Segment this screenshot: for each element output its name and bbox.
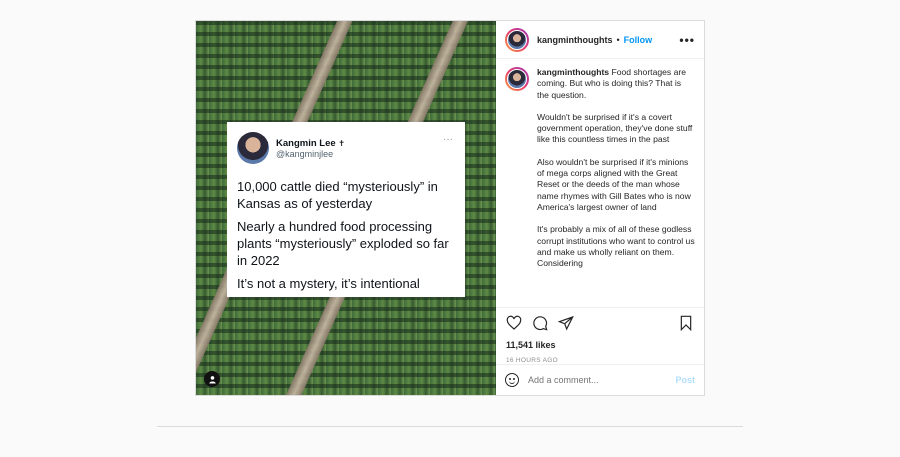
avatar[interactable] (505, 27, 529, 52)
heart-icon[interactable] (506, 315, 522, 331)
tweet-line: 10,000 cattle died “mysteriously” in Kan… (237, 179, 438, 211)
more-icon[interactable]: ••• (679, 33, 695, 47)
tweet-line: It’s not a mystery, it’s intentional (237, 276, 420, 291)
tweet-line: Nearly a hundred food processing plants … (237, 219, 449, 268)
comment-bar: Post (496, 364, 704, 395)
caption-username[interactable]: kangminthoughts (537, 67, 609, 77)
caption: kangminthoughts Food shortages are comin… (496, 59, 704, 307)
instagram-post: Kangmin Lee ✝ @kangminjlee ··· 10,000 ca… (195, 20, 705, 396)
follow-button[interactable]: Follow (624, 35, 653, 45)
page-divider (157, 426, 743, 427)
username-link[interactable]: kangminthoughts (537, 35, 613, 45)
comment-input[interactable] (528, 375, 676, 385)
caption-paragraph: Also wouldn't be surprised if it's minio… (537, 156, 691, 212)
tweet-handle: @kangminjlee (276, 148, 334, 159)
tweet-card: Kangmin Lee ✝ @kangminjlee ··· 10,000 ca… (227, 122, 465, 297)
post-button[interactable]: Post (675, 375, 695, 385)
emoji-icon[interactable] (505, 373, 519, 387)
post-sidebar: kangminthoughts • Follow ••• kangminthou… (496, 21, 704, 395)
post-header: kangminthoughts • Follow ••• (496, 21, 704, 59)
timestamp[interactable]: 16 HOURS AGO (496, 350, 704, 364)
tweet-author-name: Kangmin Lee ✝ (276, 137, 345, 149)
cross-icon: ✝ (338, 138, 345, 148)
comment-icon[interactable] (532, 315, 548, 331)
tweet-header: Kangmin Lee ✝ @kangminjlee (237, 132, 455, 164)
caption-paragraph: It's probably a mix of all of these godl… (537, 224, 695, 269)
post-image[interactable]: Kangmin Lee ✝ @kangminjlee ··· 10,000 ca… (196, 21, 496, 395)
share-icon[interactable] (557, 315, 574, 331)
caption-text: kangminthoughts Food shortages are comin… (537, 67, 695, 307)
user-tag-icon[interactable] (204, 371, 220, 387)
likes-count[interactable]: 11,541 likes (496, 337, 704, 350)
tweet-text: 10,000 cattle died “mysteriously” in Kan… (237, 178, 455, 292)
tweet-avatar (237, 132, 269, 164)
bookmark-icon[interactable] (678, 315, 694, 331)
caption-avatar[interactable] (505, 67, 529, 91)
separator-dot: • (616, 34, 620, 45)
caption-paragraph: Wouldn't be surprised if it's a covert g… (537, 111, 693, 145)
tweet-more-icon: ··· (443, 134, 453, 145)
action-bar (496, 307, 704, 337)
